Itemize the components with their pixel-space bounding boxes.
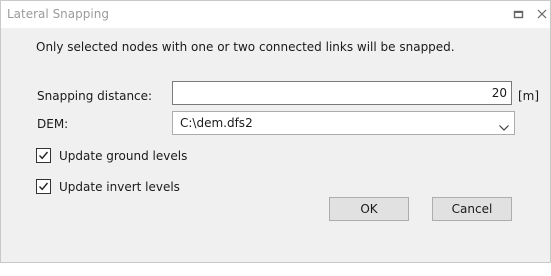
- update-invert-levels-checkbox[interactable]: [36, 179, 51, 194]
- snapping-distance-unit: [m]: [518, 89, 540, 103]
- restore-icon[interactable]: [512, 8, 526, 20]
- update-ground-levels-checkbox[interactable]: [36, 148, 51, 163]
- snapping-distance-input[interactable]: [172, 81, 512, 105]
- lateral-snapping-dialog: Lateral Snapping Only selected nodes wit…: [0, 0, 551, 263]
- dem-select[interactable]: C:\dem.dfs2: [172, 111, 515, 135]
- window-title: Lateral Snapping: [7, 7, 109, 21]
- close-icon[interactable]: [535, 7, 549, 21]
- title-bar[interactable]: Lateral Snapping: [1, 1, 550, 28]
- dem-label: DEM:: [37, 117, 69, 131]
- dem-select-value: C:\dem.dfs2: [180, 116, 253, 130]
- snapping-distance-label: Snapping distance:: [37, 89, 153, 103]
- ok-button[interactable]: OK: [329, 197, 409, 221]
- update-invert-levels-label[interactable]: Update invert levels: [59, 180, 180, 194]
- info-text: Only selected nodes with one or two conn…: [36, 40, 455, 54]
- chevron-down-icon: [499, 120, 509, 131]
- dialog-content: [1, 28, 550, 262]
- cancel-button[interactable]: Cancel: [432, 197, 512, 221]
- update-ground-levels-label[interactable]: Update ground levels: [59, 149, 187, 163]
